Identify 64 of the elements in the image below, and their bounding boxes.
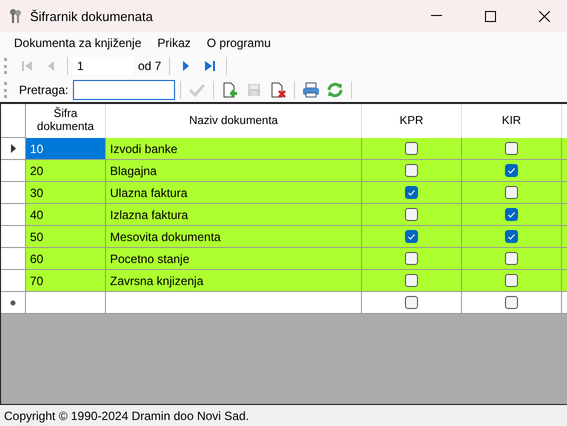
- window-title: Šifrarnik dokumenata: [30, 8, 154, 24]
- minimize-icon: [430, 15, 442, 17]
- checkbox[interactable]: [405, 142, 418, 155]
- current-row-icon: [10, 144, 16, 153]
- menu-item[interactable]: Dokumenta za knjiženje: [6, 34, 150, 52]
- checkbox[interactable]: [405, 186, 418, 199]
- table-cell: 30: [26, 182, 106, 204]
- new-document-icon: [222, 82, 238, 98]
- last-record-icon: [204, 60, 216, 72]
- menu-item[interactable]: O programu: [198, 34, 279, 52]
- table-cell: 40: [26, 204, 106, 226]
- row-header[interactable]: [1, 138, 26, 160]
- table-cell: 70: [26, 270, 106, 292]
- checkbox[interactable]: [505, 274, 518, 287]
- record-count: od 7: [137, 59, 162, 73]
- checkbox[interactable]: [505, 296, 518, 309]
- checkbox[interactable]: [405, 252, 418, 265]
- checkbox[interactable]: [405, 208, 418, 221]
- checkbox[interactable]: [405, 274, 418, 287]
- table-cell: 60: [26, 248, 106, 270]
- checkmark-icon: [508, 168, 515, 174]
- menu-item[interactable]: Prikaz: [149, 34, 199, 52]
- column-header[interactable]: Naziv dokumenta: [106, 104, 362, 138]
- column-header[interactable]: Šifra dokumenta: [26, 104, 106, 138]
- printer-icon: [302, 82, 320, 98]
- table-cell: Ulazna faktura: [106, 182, 362, 204]
- position-field[interactable]: 1: [73, 57, 133, 75]
- checkbox[interactable]: [505, 142, 518, 155]
- refresh-icon: [327, 82, 344, 98]
- table-cell: Izlazna faktura: [106, 204, 362, 226]
- close-icon: [538, 10, 550, 22]
- checkbox[interactable]: [505, 230, 518, 243]
- table-cell: Mesovita dokumenta: [106, 226, 362, 248]
- previous-record-icon: [47, 60, 55, 72]
- maximize-icon: [484, 10, 496, 22]
- table-cell: 20: [26, 160, 106, 182]
- checkbox[interactable]: [505, 252, 518, 265]
- checkmark-icon: [508, 212, 515, 218]
- table-cell: Blagajna: [106, 160, 362, 182]
- new-row-icon: [10, 300, 16, 306]
- checkbox[interactable]: [405, 164, 418, 177]
- table-cell: 10: [26, 138, 106, 160]
- checkbox[interactable]: [505, 208, 518, 221]
- next-record-icon: [182, 60, 190, 72]
- checkbox[interactable]: [505, 164, 518, 177]
- checkmark-icon: [508, 234, 515, 240]
- copyright-text: Copyright © 1990-2024 Dramin doo Novi Sad.: [4, 408, 249, 422]
- checkmark-icon: [408, 234, 415, 240]
- table-cell: Pocetno stanje: [106, 248, 362, 270]
- table-cell: Izvodi banke: [106, 138, 362, 160]
- column-header[interactable]: KIR: [462, 104, 562, 138]
- row-header[interactable]: [1, 292, 26, 314]
- table-cell: 50: [26, 226, 106, 248]
- first-record-icon: [21, 60, 33, 72]
- column-header[interactable]: KPR: [362, 104, 462, 138]
- checkbox[interactable]: [405, 296, 418, 309]
- delete-document-icon: [270, 82, 286, 98]
- checkmark-icon: [189, 83, 206, 97]
- table-cell: Zavrsna knjizenja: [106, 270, 362, 292]
- checkbox[interactable]: [505, 186, 518, 199]
- checkmark-icon: [408, 190, 415, 196]
- search-label: Pretraga:: [18, 83, 70, 97]
- checkbox[interactable]: [405, 230, 418, 243]
- search-field[interactable]: [73, 80, 176, 100]
